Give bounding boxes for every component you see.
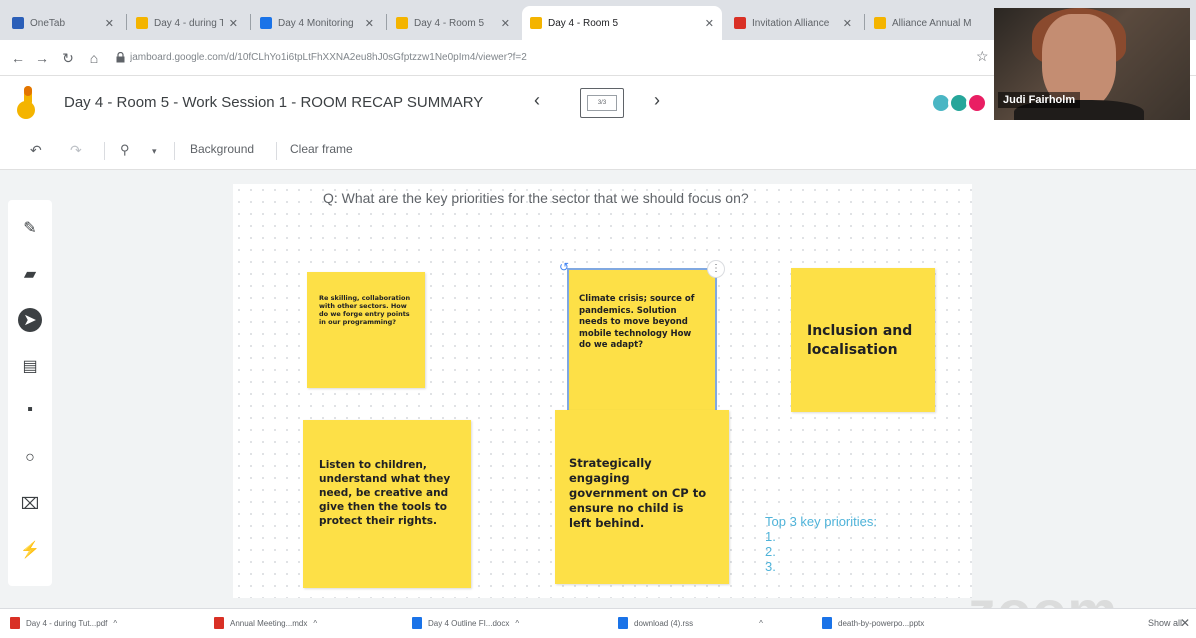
next-frame-icon[interactable]: › [654,90,660,111]
background-button[interactable]: Background [190,142,254,156]
forward-icon[interactable]: → [32,48,52,68]
download-item[interactable]: Annual Meeting...mdx ^ [214,617,317,629]
jamboard-icon [530,17,542,29]
tab-day4-monitoring[interactable]: Day 4 Monitoring ✕ [252,6,382,40]
sticky-note-text: Climate crisis; source of pandemics. Sol… [579,294,695,350]
chevron-up-icon[interactable]: ^ [113,619,117,628]
pptx-file-icon [822,617,832,629]
undo-icon[interactable]: ↶ [30,142,42,159]
home-icon[interactable]: ⌂ [84,48,104,68]
sticky-note-text: Inclusion and localisation [807,323,913,358]
close-icon[interactable]: ✕ [705,17,714,30]
close-icon[interactable]: ✕ [229,17,238,30]
chevron-down-icon[interactable]: ▾ [152,146,157,157]
chevron-up-icon[interactable]: ^ [313,619,317,628]
jamboard-canvas[interactable]: Q: What are the key priorities for the s… [233,184,972,598]
download-item[interactable]: Day 4 - during Tut...pdf ^ [10,617,117,629]
tab-onetab[interactable]: OneTab ✕ [4,6,122,40]
file-icon [618,617,628,629]
tab-day4-during[interactable]: Day 4 - during Tu ✕ [128,6,246,40]
jamboard-icon [136,17,148,29]
downloads-bar: Day 4 - during Tut...pdf ^ Annual Meetin… [0,608,1196,638]
select-arrow-icon[interactable]: ➤ [18,308,42,332]
file-icon [214,617,224,629]
previous-frame-icon[interactable]: ‹ [534,90,540,111]
close-icon[interactable]: ✕ [365,17,374,30]
question-text[interactable]: Q: What are the key priorities for the s… [323,190,749,206]
gmail-icon [734,17,746,29]
reload-icon[interactable]: ↻ [58,48,78,68]
tab-invitation[interactable]: Invitation Alliance ✕ [726,6,860,40]
clear-frame-button[interactable]: Clear frame [290,142,353,156]
participant-name: Judi Fairholm [998,92,1081,108]
priorities-title: Top 3 key priorities: [765,514,877,529]
collaborator-avatar[interactable] [966,92,988,114]
tab-day4-room5[interactable]: Day 4 - Room 5 ✕ [388,6,518,40]
sticky-note-text: Strategically engaging government on CP … [569,456,707,530]
chevron-up-icon[interactable]: ^ [515,619,519,628]
participant-video[interactable]: Judi Fairholm [994,8,1190,120]
frame-bar-button[interactable]: 3/3 [580,88,624,118]
close-icon[interactable]: ✕ [501,17,510,30]
close-icon[interactable]: ✕ [1180,616,1190,630]
image-icon[interactable]: ▪ [18,398,42,422]
frame-indicator: 3/3 [587,95,617,111]
left-toolbar: ✎ ▰ ➤ ▤ ▪ ○ ⌧ ⚡ [8,200,52,586]
sticky-note[interactable]: Strategically engaging government on CP … [555,410,729,584]
tab-alliance[interactable]: Alliance Annual M [866,6,992,40]
url-field[interactable]: jamboard.google.com/d/10fCLhYo1i6tpLtFhX… [130,48,630,68]
zoom-icon[interactable]: ⚲ [120,142,130,158]
lock-icon [116,52,125,63]
circle-icon[interactable]: ○ [18,446,42,470]
download-item[interactable]: death-by-powerpo...pptx [822,617,924,629]
pen-icon[interactable]: ✎ [18,216,42,240]
show-all-link[interactable]: Show all [1148,618,1182,628]
sticky-note-selected[interactable]: Climate crisis; source of pandemics. Sol… [567,268,717,420]
pdf-file-icon [10,617,20,629]
laser-icon[interactable]: ⚡ [18,538,42,562]
sticky-note-icon[interactable]: ▤ [18,354,42,378]
download-item[interactable]: download (4).rss ^ [618,617,763,629]
jamboard-icon [396,17,408,29]
sticky-note[interactable]: Re skilling, collaboration with other se… [307,272,425,388]
close-icon[interactable]: ✕ [843,17,852,30]
eraser-icon[interactable]: ▰ [18,262,42,286]
rotate-handle-icon[interactable]: ↺ [559,260,569,274]
jamboard-logo-icon [17,86,35,119]
download-item[interactable]: Day 4 Outline FI...docx ^ [412,617,519,629]
board-title[interactable]: Day 4 - Room 5 - Work Session 1 - ROOM R… [64,94,483,111]
chevron-up-icon[interactable]: ^ [759,619,763,628]
sticky-note-text: Listen to children, understand what they… [319,459,451,527]
sticky-note-text: Re skilling, collaboration with other se… [319,294,411,326]
more-options-icon[interactable]: ⋮ [707,260,725,278]
top-priorities-text[interactable]: Top 3 key priorities: 1. 2. 3. [765,514,877,574]
onetab-icon [12,17,24,29]
sticky-note[interactable]: Inclusion and localisation [791,268,935,412]
priority-item: 2. [765,544,776,559]
text-box-icon[interactable]: ⌧ [18,492,42,516]
drive-icon [260,17,272,29]
jamboard-toolbar: ↶ ↷ ⚲ ▾ Background Clear frame [0,132,1196,170]
redo-icon[interactable]: ↷ [70,142,82,159]
bookmark-star-icon[interactable]: ☆ [976,48,989,65]
sticky-note[interactable]: Listen to children, understand what they… [303,420,471,588]
back-icon[interactable]: ← [8,48,28,68]
docx-file-icon [412,617,422,629]
priority-item: 1. [765,529,776,544]
slides-icon [874,17,886,29]
tab-day4-room5-active[interactable]: Day 4 - Room 5 ✕ [522,6,722,40]
close-icon[interactable]: ✕ [105,17,114,30]
priority-item: 3. [765,559,776,574]
